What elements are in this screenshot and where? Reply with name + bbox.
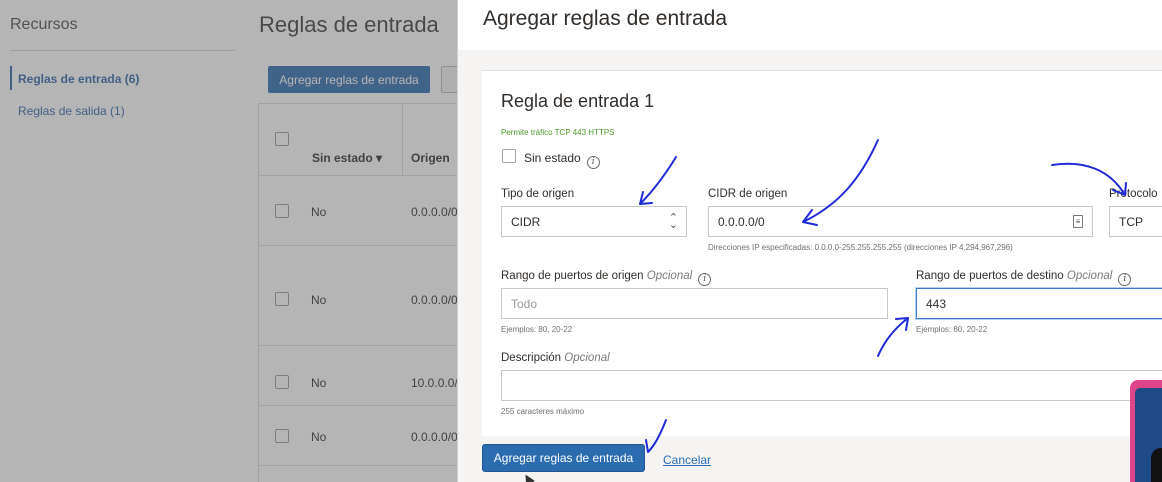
info-icon[interactable]: i — [1118, 272, 1132, 286]
clipboard-icon[interactable]: ≡ — [1073, 215, 1083, 228]
source-cidr-label: CIDR de origen — [708, 188, 788, 200]
rule-title: Regla de entrada 1 — [501, 91, 655, 111]
source-type-select[interactable]: CIDR ⌃ ⌄ — [501, 206, 687, 237]
source-cidr-help: Direcciones IP especificadas: 0.0.0.0-25… — [708, 243, 1013, 252]
source-cidr-value: 0.0.0.0/0 — [718, 214, 765, 229]
ingress-rule-card: Regla de entrada 1 Permite tráfico TCP 4… — [482, 70, 1162, 436]
source-port-label-text: Rango de puertos de origen — [501, 270, 644, 282]
description-label: Descripción Opcional — [501, 352, 610, 364]
protocol-label: Protocolo — [1109, 188, 1158, 200]
select-updown-icon: ⌃ ⌄ — [668, 212, 678, 231]
optional-tag: Opcional — [1066, 270, 1113, 282]
dialog-title: Agregar reglas de entrada — [483, 7, 727, 30]
info-icon[interactable]: i — [698, 272, 712, 286]
dest-port-input[interactable]: 443 — [916, 288, 1162, 319]
rule-description: Permite tráfico TCP 443 HTTPS — [501, 128, 615, 137]
source-port-label: Rango de puertos de origen Opcional i — [501, 270, 712, 286]
dest-port-help: Ejemplos: 80, 20-22 — [916, 325, 988, 334]
source-port-help: Ejemplos: 80, 20-22 — [501, 325, 573, 334]
info-icon[interactable]: i — [586, 155, 600, 169]
presenter-silhouette — [1151, 448, 1162, 482]
stateless-checkbox[interactable] — [502, 149, 516, 163]
optional-tag: Opcional — [564, 352, 610, 364]
add-ingress-rules-dialog: Agregar reglas de entrada Regla de entra… — [457, 0, 1162, 482]
dest-port-label: Rango de puertos de destino Opcional i — [916, 270, 1132, 286]
source-type-value: CIDR — [511, 214, 541, 229]
dest-port-value: 443 — [926, 296, 947, 311]
protocol-select[interactable]: TCP — [1109, 206, 1162, 237]
webcam-overlay — [1130, 380, 1162, 482]
dest-port-label-text: Rango de puertos de destino — [916, 270, 1064, 282]
submit-ingress-rules-button[interactable]: Agregar reglas de entrada — [482, 444, 645, 472]
source-type-label: Tipo de origen — [501, 188, 575, 200]
webcam-frame — [1135, 388, 1162, 482]
stateless-label: Sin estado i — [524, 151, 600, 169]
source-port-input[interactable]: Todo — [501, 288, 888, 319]
dialog-footer: Agregar reglas de entrada Cancelar — [458, 436, 1162, 482]
description-help: 255 caracteres máximo — [501, 407, 585, 416]
description-label-text: Descripción — [501, 352, 562, 364]
source-port-placeholder: Todo — [511, 296, 538, 311]
dialog-header: Agregar reglas de entrada — [458, 0, 1162, 50]
source-cidr-input[interactable]: 0.0.0.0/0 ≡ — [708, 206, 1093, 237]
protocol-value: TCP — [1119, 214, 1143, 229]
stateless-label-text: Sin estado — [524, 151, 581, 165]
description-input[interactable] — [501, 370, 1162, 401]
optional-tag: Opcional — [646, 270, 693, 282]
cancel-link[interactable]: Cancelar — [663, 453, 711, 467]
